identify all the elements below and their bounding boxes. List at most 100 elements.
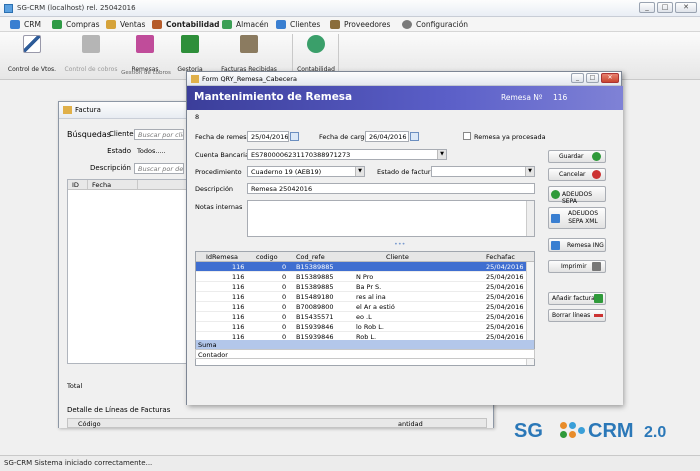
warehouse-icon xyxy=(222,20,232,29)
col-fecha[interactable]: Fecha xyxy=(88,180,138,189)
check-icon xyxy=(551,190,560,199)
status-bar: SG-CRM Sistema iniciado correctamente... xyxy=(0,455,700,471)
fecha-remesa-field[interactable]: 25/04/2016 xyxy=(247,131,289,142)
descripcion-search-input[interactable]: Buscar por descr xyxy=(134,163,184,174)
check-icon xyxy=(592,152,601,161)
menu-compras[interactable]: Compras xyxy=(52,19,99,31)
menu-proveedores[interactable]: Proveedores xyxy=(330,19,390,31)
bag-icon xyxy=(106,20,116,29)
col-cod-refe[interactable]: Cod_refe xyxy=(296,253,325,261)
table-row[interactable]: 116 0 B15489180 res al ina 25/04/2016 xyxy=(196,292,528,302)
table-cell: B15489180 xyxy=(296,293,334,301)
col-idremesa[interactable]: IdRemesa xyxy=(206,253,238,261)
logo-crm: CRM xyxy=(588,420,634,442)
form-icon xyxy=(63,106,72,114)
table-cell: lo Rob L. xyxy=(356,323,384,331)
table-cell: 116 xyxy=(232,303,245,311)
table-cell: B15389885 xyxy=(296,263,334,271)
logo-dot xyxy=(569,422,576,429)
factura-table[interactable]: ID Fecha xyxy=(67,179,187,364)
remesa-number: 116 xyxy=(553,93,568,102)
table-row[interactable]: 116 0 B15389885 N Pro 25/04/2016 xyxy=(196,272,528,282)
menu-configuracion[interactable]: Configuración xyxy=(402,19,468,31)
users-icon xyxy=(276,20,286,29)
col-cliente[interactable]: Cliente xyxy=(386,253,409,261)
menu-bar: CRM Compras Ventas Contabilidad Almacén … xyxy=(0,17,700,32)
menu-contabilidad[interactable]: Contabilidad xyxy=(152,19,220,31)
col-fechafac[interactable]: Fechafac xyxy=(486,253,515,261)
maximize-button[interactable]: □ xyxy=(657,2,673,13)
remesa-window[interactable]: Form QRY_Remesa_Cabecera _ □ ✕ Mantenimi… xyxy=(186,71,623,405)
calendar-icon[interactable] xyxy=(410,132,419,141)
facturas-recibidas-button[interactable]: Facturas Recibidas xyxy=(218,35,280,73)
menu-almacen[interactable]: Almacén xyxy=(222,19,269,31)
bank-icon xyxy=(551,241,560,250)
notas-textarea[interactable] xyxy=(247,200,535,237)
procedimiento-select[interactable]: Cuaderno 19 (AEB19) ▼ xyxy=(247,166,365,177)
table-cell: el Ar a estió xyxy=(356,303,395,311)
borrar-lineas-button[interactable]: Borrar líneas xyxy=(548,309,606,322)
estado-select[interactable]: Todos..... xyxy=(134,146,184,157)
procesada-checkbox[interactable] xyxy=(463,132,471,140)
spreadsheet-icon xyxy=(181,35,199,53)
remesa-ing-button[interactable]: Remesa ING xyxy=(548,238,606,252)
descripcion-field[interactable]: Remesa 25042016 xyxy=(247,183,535,194)
window-controls: _ □ ✕ xyxy=(639,2,697,13)
table-row[interactable]: 116 0 B70089800 el Ar a estió 25/04/2016 xyxy=(196,302,528,312)
col-codigo[interactable]: codigo xyxy=(256,253,278,261)
table-cell: B15939846 xyxy=(296,323,334,331)
table-cell: B70089800 xyxy=(296,303,334,311)
adeudos-sepa-button[interactable]: ADEUDOS SEPA xyxy=(548,186,606,205)
contabilidad-button[interactable]: Contabilidad xyxy=(294,35,338,73)
close-button[interactable]: ✕ xyxy=(601,73,619,83)
col-codigo[interactable]: Código xyxy=(78,420,101,428)
accounting-add-icon xyxy=(307,35,325,53)
col-id[interactable]: ID xyxy=(68,180,88,189)
menu-ventas[interactable]: Ventas xyxy=(106,19,145,31)
guardar-button[interactable]: Guardar xyxy=(548,150,606,163)
estado-facturas-select[interactable]: ▼ xyxy=(431,166,535,177)
cuenta-select[interactable]: ES7800006231170388971273 ▼ xyxy=(247,149,447,160)
menu-clientes[interactable]: Clientes xyxy=(276,19,320,31)
table-cell: 25/04/2016 xyxy=(486,283,524,291)
control-cobros-button[interactable]: Control de cobros xyxy=(62,35,120,73)
table-row[interactable]: 116 0 B15939846 lo Rob L. 25/04/2016 xyxy=(196,322,528,332)
table-row[interactable]: 116 0 B15389885 25/04/2016 xyxy=(196,262,528,272)
cancelar-button[interactable]: Cancelar xyxy=(548,168,606,181)
table-cell: 0 xyxy=(282,303,287,311)
books-icon xyxy=(240,35,258,53)
col-cantidad[interactable]: antidad xyxy=(398,420,423,428)
fecha-cargo-field[interactable]: 26/04/2016 xyxy=(365,131,409,142)
remesas-icon xyxy=(136,35,154,53)
table-cell: B15435571 xyxy=(296,313,334,321)
remesas-button[interactable]: Remesas xyxy=(124,35,166,73)
menu-crm[interactable]: CRM xyxy=(10,19,41,31)
table-cell: 25/04/2016 xyxy=(486,263,524,271)
gear-icon xyxy=(402,20,412,29)
table-cell: 0 xyxy=(282,283,287,291)
logo-sg: SG xyxy=(514,420,543,442)
splitter-handle[interactable]: ••• xyxy=(394,240,406,248)
adeudos-sepa-xml-button[interactable]: ADEUDOS SEPA XML xyxy=(548,207,606,229)
close-button[interactable]: ✕ xyxy=(675,2,697,13)
control-vtos-button[interactable]: Control de Vtos. xyxy=(6,35,58,73)
anadir-facturas-button[interactable]: Añadir facturas xyxy=(548,292,606,305)
minimize-button[interactable]: _ xyxy=(639,2,655,13)
remesa-window-controls: _ □ ✕ xyxy=(571,73,619,83)
minimize-button[interactable]: _ xyxy=(571,73,584,83)
cliente-search-input[interactable]: Buscar por cliente xyxy=(134,129,184,140)
plus-icon xyxy=(594,294,603,303)
table-cell: B15389885 xyxy=(296,283,334,291)
maximize-button[interactable]: □ xyxy=(586,73,599,83)
table-row[interactable]: 116 0 B15389885 Ba Pr S. 25/04/2016 xyxy=(196,282,528,292)
sgcrm-logo: SG CRM 2.0 xyxy=(514,420,694,450)
table-row[interactable]: 116 0 B15435571 eo .L 25/04/2016 xyxy=(196,312,528,322)
scrollbar[interactable] xyxy=(526,201,534,236)
table-cell: 116 xyxy=(232,293,245,301)
imprimir-button[interactable]: Imprimir xyxy=(548,260,606,273)
logo-dot xyxy=(569,431,576,438)
detalle-heading: Detalle de Líneas de Facturas xyxy=(67,406,171,414)
gestoria-button[interactable]: Gestoria xyxy=(170,35,210,73)
calendar-icon[interactable] xyxy=(290,132,299,141)
remesa-titlebar[interactable]: Form QRY_Remesa_Cabecera _ □ ✕ xyxy=(187,72,621,86)
